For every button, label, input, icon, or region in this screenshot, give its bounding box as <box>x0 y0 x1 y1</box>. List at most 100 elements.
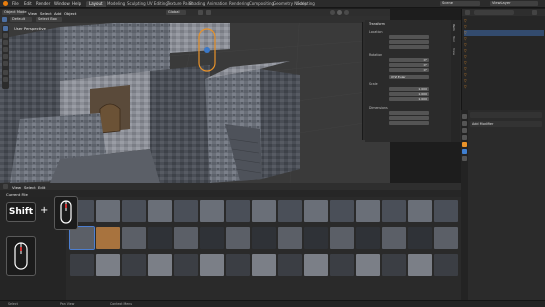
asset-tile[interactable] <box>356 254 380 276</box>
asset-tile[interactable] <box>200 254 224 276</box>
viewport-menu-view[interactable]: View <box>28 11 37 16</box>
browser-editor-type-icon[interactable] <box>3 184 8 189</box>
asset-tile[interactable] <box>330 227 354 249</box>
asset-tile[interactable] <box>278 254 302 276</box>
asset-tile[interactable] <box>96 200 120 222</box>
dimension-x-field[interactable] <box>389 111 429 115</box>
scale-x-field[interactable]: 1.000 <box>389 87 429 91</box>
menu-edit[interactable]: Edit <box>24 1 32 6</box>
proportional-edit-icon[interactable] <box>206 10 211 15</box>
menu-window[interactable]: Window <box>54 1 70 6</box>
asset-tile[interactable] <box>356 227 380 249</box>
npanel-tab-item[interactable]: Item <box>452 24 456 31</box>
browser-menu-view[interactable]: View <box>12 185 21 190</box>
browser-menu-edit[interactable]: Edit <box>38 185 45 190</box>
transform-header[interactable]: Transform <box>369 22 385 26</box>
transform-orientation[interactable]: Global <box>166 10 186 15</box>
asset-tile[interactable] <box>408 200 432 222</box>
tab-layout[interactable]: Layout <box>86 1 106 7</box>
drag-select-box[interactable]: Select Box <box>36 17 62 22</box>
asset-tile[interactable] <box>96 227 120 249</box>
output-props-icon[interactable] <box>462 128 467 133</box>
annotate-tool-icon[interactable] <box>3 70 8 75</box>
select-tool-icon[interactable] <box>2 17 7 22</box>
asset-tile[interactable] <box>382 227 406 249</box>
viewlayer-selector[interactable]: ViewLayer <box>490 1 538 6</box>
asset-tile[interactable] <box>226 227 250 249</box>
3d-viewport[interactable]: Object Mode View Select Add Object Globa… <box>0 9 390 183</box>
mode-selector[interactable]: Object Mode <box>2 10 27 15</box>
asset-library-select[interactable]: Current File <box>6 192 28 197</box>
outliner-search-input[interactable] <box>474 10 514 15</box>
filter-icon[interactable] <box>532 10 537 15</box>
asset-tile[interactable] <box>252 254 276 276</box>
asset-tile[interactable] <box>226 200 250 222</box>
scale-y-field[interactable]: 1.000 <box>389 92 429 96</box>
add-modifier-button[interactable]: Add Modifier <box>470 121 542 127</box>
asset-tile[interactable] <box>382 200 406 222</box>
rotation-y-field[interactable]: 0° <box>389 63 429 67</box>
asset-tile[interactable] <box>434 254 458 276</box>
solid-shading-icon[interactable] <box>330 10 335 15</box>
asset-tile[interactable] <box>226 254 250 276</box>
menu-render[interactable]: Render <box>36 1 50 6</box>
asset-tile[interactable] <box>434 227 458 249</box>
asset-tile[interactable] <box>252 227 276 249</box>
rotation-x-field[interactable]: 0° <box>389 58 429 62</box>
location-y-field[interactable] <box>389 40 429 44</box>
asset-tile[interactable] <box>278 200 302 222</box>
browser-menu-select[interactable]: Select <box>24 185 36 190</box>
rotate-tool-icon[interactable] <box>3 47 8 52</box>
viewport-menu-add[interactable]: Add <box>54 11 61 16</box>
scene-props-icon[interactable] <box>462 135 467 140</box>
transform-tool-icon[interactable] <box>3 61 8 66</box>
material-shading-icon[interactable] <box>337 10 342 15</box>
asset-tile[interactable] <box>304 200 328 222</box>
asset-tile[interactable] <box>174 254 198 276</box>
asset-tile[interactable] <box>278 227 302 249</box>
tab-scripting[interactable]: Scripting <box>294 1 318 7</box>
properties-object-name[interactable] <box>470 112 542 118</box>
location-z-field[interactable] <box>389 45 429 49</box>
asset-tile[interactable] <box>408 227 432 249</box>
asset-tile[interactable] <box>148 227 172 249</box>
asset-tile[interactable] <box>122 254 146 276</box>
asset-tile[interactable] <box>304 254 328 276</box>
asset-tile[interactable] <box>330 200 354 222</box>
rotation-mode-select[interactable]: XYZ Euler <box>389 75 429 79</box>
orientation-default[interactable]: Default <box>10 17 32 22</box>
cursor-tool-icon[interactable] <box>3 33 8 38</box>
select-box-tool-icon[interactable] <box>3 26 8 31</box>
asset-tile[interactable] <box>96 254 120 276</box>
npanel-tab-view[interactable]: View <box>452 48 456 55</box>
render-props-icon[interactable] <box>462 121 467 126</box>
constraint-props-icon[interactable] <box>462 156 467 161</box>
asset-tile[interactable] <box>200 227 224 249</box>
asset-tile[interactable] <box>356 200 380 222</box>
asset-tile[interactable] <box>200 200 224 222</box>
tool-props-icon[interactable] <box>462 114 467 119</box>
scale-z-field[interactable]: 1.000 <box>389 97 429 101</box>
asset-tile[interactable] <box>122 227 146 249</box>
npanel-tab-tool[interactable]: Tool <box>452 36 456 42</box>
asset-tile[interactable] <box>408 254 432 276</box>
asset-tile[interactable] <box>434 200 458 222</box>
asset-tile[interactable] <box>330 254 354 276</box>
dimension-z-field[interactable] <box>389 121 429 125</box>
move-tool-icon[interactable] <box>3 40 8 45</box>
scene-selector[interactable]: Scene <box>440 1 480 6</box>
asset-tile[interactable] <box>69 226 95 250</box>
scale-tool-icon[interactable] <box>3 54 8 59</box>
dimension-y-field[interactable] <box>389 116 429 120</box>
object-props-icon[interactable] <box>462 142 467 147</box>
rotation-z-field[interactable]: 0° <box>389 68 429 72</box>
asset-tile[interactable] <box>122 200 146 222</box>
asset-tile[interactable] <box>252 200 276 222</box>
asset-tile[interactable] <box>382 254 406 276</box>
blender-logo-icon[interactable] <box>3 1 8 6</box>
outliner-row[interactable]: ▽ <box>464 84 544 90</box>
outliner-editor-type-icon[interactable] <box>465 10 470 15</box>
modifier-props-icon[interactable] <box>462 149 467 154</box>
menu-file[interactable]: File <box>12 1 19 6</box>
location-x-field[interactable] <box>389 35 429 39</box>
